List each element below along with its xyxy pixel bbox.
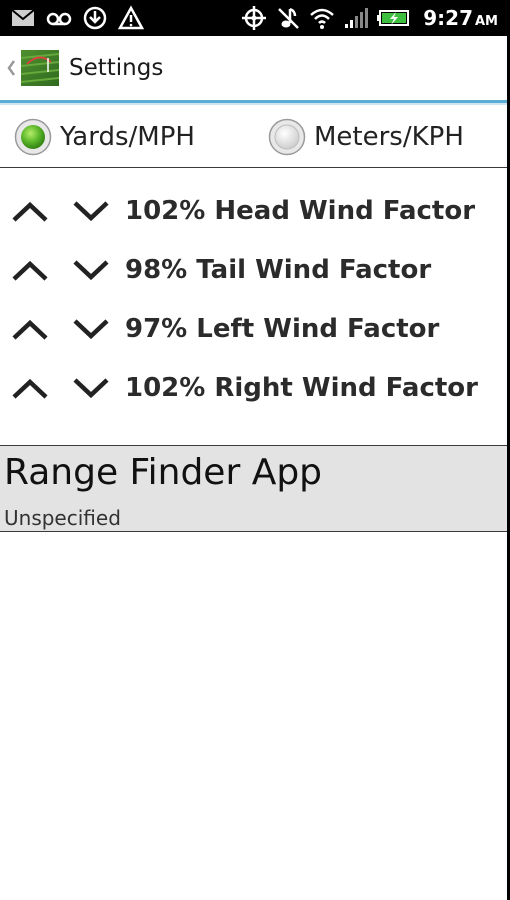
status-right-icons: 9:27 AM xyxy=(241,0,510,36)
clock-time: 9:27 xyxy=(423,6,473,30)
left-wind-increase-button[interactable] xyxy=(10,309,50,349)
divider xyxy=(0,531,510,532)
wifi-icon xyxy=(310,8,335,29)
tail-wind-row: 98% Tail Wind Factor xyxy=(0,241,510,299)
gps-icon xyxy=(242,6,267,30)
head-wind-decrease-button[interactable] xyxy=(71,191,111,231)
right-wind-decrease-button[interactable] xyxy=(71,368,111,408)
voicemail-icon xyxy=(46,12,72,26)
chevron-down-icon xyxy=(73,201,109,222)
chevron-down-icon xyxy=(73,378,109,399)
download-icon xyxy=(83,6,107,30)
left-wind-decrease-button[interactable] xyxy=(71,309,111,349)
chevron-up-icon xyxy=(12,378,48,399)
range-finder-title: Range Finder App xyxy=(4,452,323,493)
chevron-up-icon xyxy=(12,201,48,222)
radio-yards-mph[interactable]: Yards/MPH xyxy=(14,118,195,156)
units-radio-group: Yards/MPH Meters/KPH xyxy=(0,106,510,168)
back-chevron-icon[interactable] xyxy=(4,57,18,79)
mute-icon xyxy=(278,7,300,29)
left-wind-row: 97% Left Wind Factor xyxy=(0,300,510,358)
chevron-down-icon xyxy=(73,260,109,281)
radio-meters-kph[interactable]: Meters/KPH xyxy=(268,118,464,156)
page-title: Settings xyxy=(69,55,164,81)
status-bar: 9:27 AM xyxy=(0,0,510,36)
radio-selected-icon[interactable] xyxy=(14,118,52,156)
tail-wind-label: 98% Tail Wind Factor xyxy=(125,255,432,285)
right-wind-label: 102% Right Wind Factor xyxy=(125,373,478,403)
chevron-up-icon xyxy=(12,260,48,281)
range-finder-app-preference[interactable]: Range Finder App Unspecified xyxy=(0,446,510,531)
right-wind-increase-button[interactable] xyxy=(10,368,50,408)
warning-icon xyxy=(118,5,144,30)
title-accent-shadow xyxy=(0,103,510,105)
divider xyxy=(0,167,510,168)
tail-wind-increase-button[interactable] xyxy=(10,250,50,290)
radio-unselected-icon[interactable] xyxy=(268,118,306,156)
range-finder-value: Unspecified xyxy=(4,506,121,530)
golf-course-icon[interactable] xyxy=(21,50,59,86)
head-wind-increase-button[interactable] xyxy=(10,191,50,231)
tail-wind-decrease-button[interactable] xyxy=(71,250,111,290)
left-wind-label: 97% Left Wind Factor xyxy=(125,314,440,344)
head-wind-label: 102% Head Wind Factor xyxy=(125,196,476,226)
signal-icon xyxy=(345,8,369,28)
gmail-icon xyxy=(11,9,35,26)
right-wind-row: 102% Right Wind Factor xyxy=(0,359,510,417)
radio-label-yards: Yards/MPH xyxy=(60,122,195,152)
radio-label-meters: Meters/KPH xyxy=(314,122,464,152)
chevron-up-icon xyxy=(12,319,48,340)
battery-icon xyxy=(377,10,410,26)
action-bar: Settings xyxy=(0,36,510,100)
status-left-icons xyxy=(0,0,144,36)
head-wind-row: 102% Head Wind Factor xyxy=(0,182,510,240)
chevron-down-icon xyxy=(73,319,109,340)
clock: 9:27 AM xyxy=(423,6,498,30)
clock-ampm: AM xyxy=(475,14,498,29)
